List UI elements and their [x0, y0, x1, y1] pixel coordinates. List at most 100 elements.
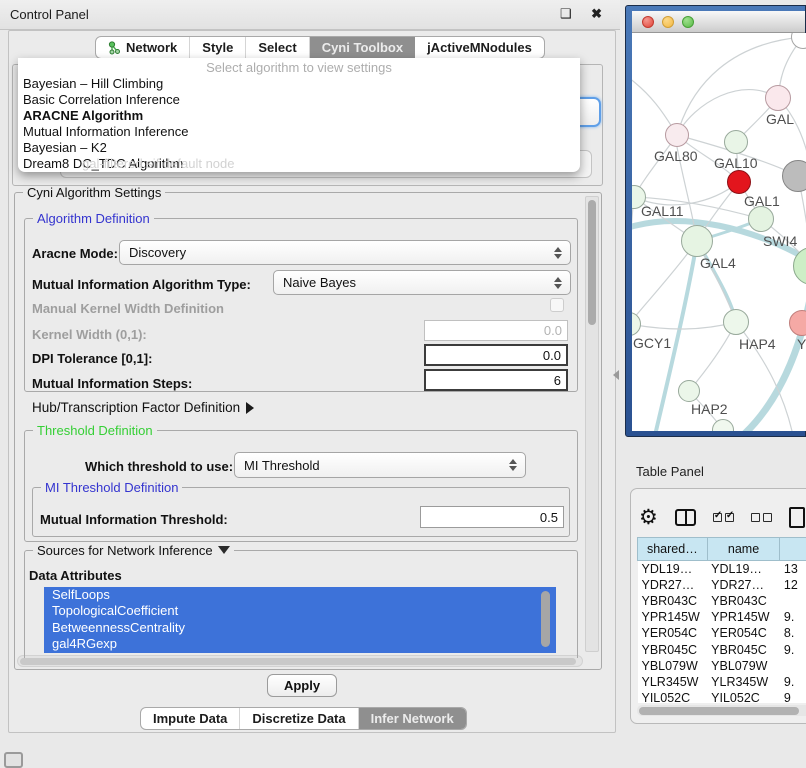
network-node[interactable] — [681, 225, 713, 257]
gear-icon[interactable]: ⚙ — [639, 507, 658, 528]
which-threshold-combobox[interactable]: MI Threshold — [234, 452, 526, 478]
column-header[interactable]: shared… — [638, 538, 708, 561]
table-row[interactable]: YDL19…YDL19…13 — [638, 561, 806, 577]
algorithm-option[interactable]: Mutual Information Inference — [18, 124, 580, 140]
table-row[interactable]: YER054CYER054C8. — [638, 625, 806, 641]
table-cell: 9. — [780, 641, 806, 657]
apply-button[interactable]: Apply — [267, 674, 337, 697]
control-panel-title: Control Panel — [10, 7, 89, 22]
cyni-settings-title: Cyni Algorithm Settings — [23, 185, 165, 200]
algorithm-dropdown-popup: Select algorithm to view settings Bayesi… — [18, 58, 580, 172]
table-cell — [780, 658, 806, 674]
settings-vertical-scrollbar[interactable] — [585, 196, 599, 652]
network-node[interactable] — [782, 160, 806, 192]
mi-threshold-field[interactable]: 0.5 — [420, 506, 564, 528]
minimize-traffic-light-icon[interactable] — [662, 16, 674, 28]
columns-icon[interactable] — [675, 509, 696, 526]
table-row[interactable]: YBR043CYBR043C — [638, 593, 806, 609]
network-node[interactable] — [765, 85, 791, 111]
dpi-tolerance-field[interactable]: 0.0 — [424, 344, 568, 366]
tab-cyni-toolbox[interactable]: Cyni Toolbox — [310, 37, 415, 58]
algorithm-option[interactable]: Basic Correlation Inference — [18, 92, 580, 108]
tab-impute-data[interactable]: Impute Data — [141, 708, 240, 729]
splitter-collapse-icon[interactable] — [613, 370, 619, 380]
tab-jactivemnodules[interactable]: jActiveMNodules — [415, 37, 544, 58]
tab-style[interactable]: Style — [190, 37, 246, 58]
table-cell: 9. — [780, 609, 806, 625]
data-attributes-list[interactable]: SelfLoopsTopologicalCoefficientBetweenne… — [44, 587, 556, 653]
node-label: GAL4 — [700, 255, 736, 271]
node-label: Y — [797, 336, 806, 352]
network-canvas[interactable]: GALGAL80GAL10GAL1GAL11GAL4SWI4GCY1HAP4YH… — [632, 33, 806, 431]
sources-title[interactable]: Sources for Network Inference — [33, 543, 234, 558]
table-cell: YLR345W — [638, 674, 708, 690]
kernel-width-field[interactable]: 0.0 — [424, 320, 568, 341]
table-row[interactable]: YDR27…YDR27…12 — [638, 577, 806, 593]
attributes-list-scrollbar[interactable] — [541, 591, 550, 647]
table-cell: YBR043C — [638, 593, 708, 609]
new-table-icon[interactable] — [789, 507, 805, 528]
algorithm-option[interactable]: Bayesian – K2 — [18, 140, 580, 156]
table-cell: 9. — [780, 674, 806, 690]
tab-infer-network[interactable]: Infer Network — [359, 708, 466, 729]
table-row[interactable]: YBL079WYBL079W — [638, 658, 806, 674]
table-cell: YIL052C — [638, 690, 708, 703]
attribute-list-item[interactable]: SelfLoops — [44, 587, 556, 603]
table-cell: YDL19… — [638, 561, 708, 577]
table-cell: YDR27… — [707, 577, 780, 593]
attribute-list-item[interactable]: gal4RGexp — [44, 636, 556, 652]
mi-algorithm-type-label: Mutual Information Algorithm Type: — [32, 277, 251, 292]
algorithm-option[interactable]: ARACNE Algorithm — [18, 108, 580, 124]
network-node[interactable] — [748, 206, 774, 232]
tab-discretize-data[interactable]: Discretize Data — [240, 708, 358, 729]
combo-spinner-icon — [509, 459, 517, 471]
table-cell: 12 — [780, 577, 806, 593]
table-row[interactable]: YIL052CYIL052C9 — [638, 690, 806, 703]
network-node[interactable] — [723, 309, 749, 335]
column-header[interactable]: name — [707, 538, 780, 561]
table-row[interactable]: YBR045CYBR045C9. — [638, 641, 806, 657]
network-node[interactable] — [665, 123, 689, 147]
float-window-icon[interactable]: ❑ — [560, 7, 580, 22]
mi-algorithm-type-combobox[interactable]: Naive Bayes — [273, 270, 571, 295]
close-icon[interactable]: ✖ — [591, 6, 610, 21]
table-cell: YDL19… — [707, 561, 780, 577]
expanded-arrow-icon[interactable] — [218, 546, 230, 554]
algorithm-option[interactable]: Bayesian – Hill Climbing — [18, 76, 580, 92]
docked-panel-icon[interactable] — [4, 752, 23, 768]
mi-steps-field[interactable]: 6 — [424, 369, 568, 391]
mi-steps-label: Mutual Information Steps: — [32, 376, 192, 391]
manual-kernel-width-checkbox[interactable] — [550, 298, 564, 312]
select-all-columns-icon[interactable] — [713, 513, 734, 522]
aracne-mode-label: Aracne Mode: — [32, 246, 118, 261]
network-node[interactable] — [678, 380, 700, 402]
table-cell: YER054C — [638, 625, 708, 641]
combo-spinner-icon — [554, 277, 562, 289]
attribute-list-item[interactable]: BetweennessCentrality — [44, 620, 556, 636]
network-window-titlebar[interactable] — [632, 11, 805, 33]
node-label: HAP2 — [691, 401, 728, 417]
combo-spinner-icon — [554, 247, 562, 259]
aracne-mode-combobox[interactable]: Discovery — [119, 240, 571, 265]
zoom-traffic-light-icon[interactable] — [682, 16, 694, 28]
collapsed-arrow-icon[interactable] — [246, 402, 254, 414]
deselect-all-columns-icon[interactable] — [751, 513, 772, 522]
attribute-list-item[interactable]: TopologicalCoefficient — [44, 603, 556, 619]
mi-threshold-definition-title: MI Threshold Definition — [41, 480, 182, 495]
table-cell — [780, 593, 806, 609]
hub-definition-label[interactable]: Hub/Transcription Factor Definition — [32, 400, 254, 415]
table-row[interactable]: YPR145WYPR145W9. — [638, 609, 806, 625]
node-label: GAL10 — [714, 155, 758, 171]
tab-network[interactable]: Network — [96, 37, 190, 58]
table-row[interactable]: YLR345WYLR345W9. — [638, 674, 806, 690]
tab-select[interactable]: Select — [246, 37, 309, 58]
table-horizontal-scrollbar[interactable] — [637, 705, 806, 716]
network-view-window[interactable]: GALGAL80GAL10GAL1GAL11GAL4SWI4GCY1HAP4YH… — [625, 5, 806, 437]
network-node[interactable] — [724, 130, 748, 154]
manual-kernel-width-label: Manual Kernel Width Definition — [32, 301, 224, 316]
network-node[interactable] — [727, 170, 751, 194]
table-cell: YBL079W — [638, 658, 708, 674]
control-panel-tabbar: Network Style Select Cyni Toolbox jActiv… — [95, 36, 545, 59]
column-header[interactable] — [780, 538, 806, 561]
close-traffic-light-icon[interactable] — [642, 16, 654, 28]
